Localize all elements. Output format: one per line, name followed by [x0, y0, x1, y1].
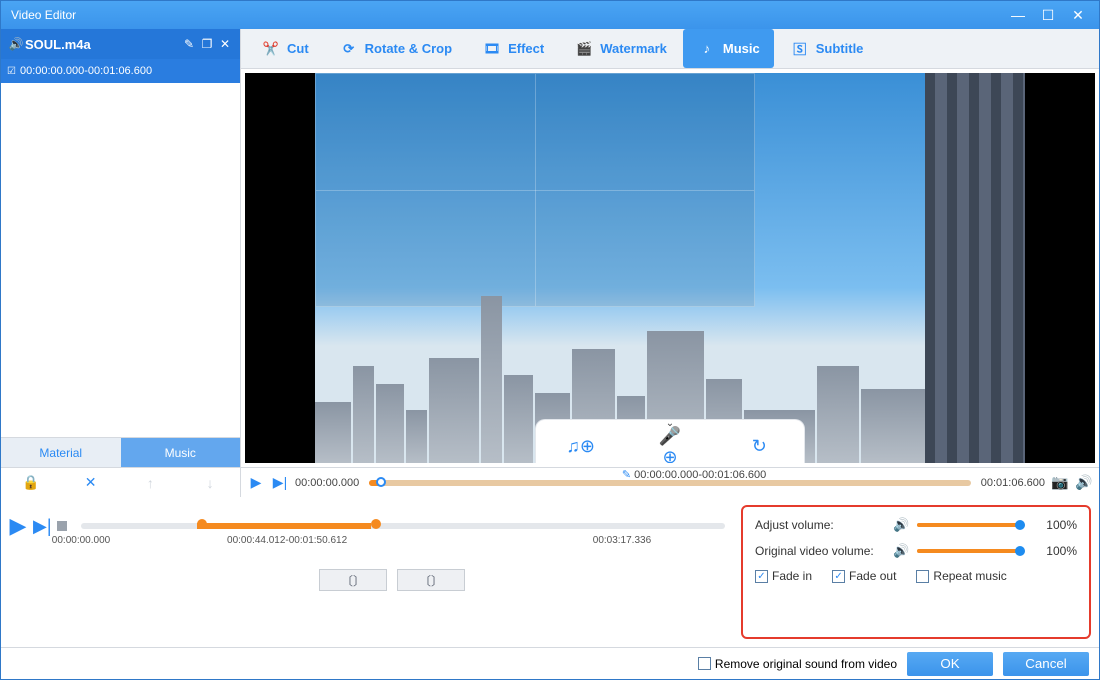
tab-music[interactable]: Music [121, 437, 241, 467]
record-audio-icon[interactable]: 🎤⊕ [654, 426, 686, 464]
copy-icon[interactable]: ❐ [198, 37, 216, 51]
project-time-segment: 00:00:44.012-00:01:50.612 [227, 535, 347, 546]
tab-material[interactable]: Material [1, 437, 121, 467]
tool-effect[interactable]: 🎞 Effect [468, 29, 558, 68]
preview-timeline: ▶ ▶| 00:00:00.000 ✎ 00:00:00.000-00:01:0… [241, 467, 1099, 497]
adjust-volume-speaker-icon[interactable]: 🔊 [893, 517, 909, 533]
clip-range: 00:00:00.000-00:01:06.600 [20, 65, 152, 77]
audio-file-name: SOUL.m4a [25, 37, 180, 52]
close-button[interactable]: ✕ [1063, 4, 1093, 26]
project-time-end: 00:03:17.336 [593, 535, 651, 546]
preview-overlay-tools: ⌄ ♫⊕ 🎤⊕ ↻ [535, 419, 805, 463]
remove-original-sound-checkbox[interactable]: Remove original sound from video [698, 657, 897, 671]
scissors-icon: ✂️ [261, 39, 281, 59]
mark-in-icon: ✎ [622, 469, 631, 481]
music-icon: ♪ [697, 39, 717, 59]
repeat-music-checkbox[interactable]: Repeat music [916, 569, 1006, 583]
snapshot-button[interactable]: 📷 [1051, 474, 1069, 491]
original-volume-value: 100% [1033, 544, 1077, 558]
sidebar-actions: 🔒 ✕ ↑ ↓ [1, 467, 240, 497]
adjust-volume-value: 100% [1033, 518, 1077, 532]
clip-row[interactable]: ☑ 00:00:00.000-00:01:06.600 [1, 59, 240, 83]
add-music-icon[interactable]: ♫⊕ [565, 436, 597, 457]
window-title: Video Editor [11, 8, 1003, 22]
refresh-icon[interactable]: ↻ [743, 436, 775, 457]
speaker-icon: 🔊 [7, 37, 25, 51]
preview-time-center: 00:00:00.000-00:01:06.600 [634, 469, 766, 481]
fade-in-checkbox[interactable]: ✓Fade in [755, 569, 812, 583]
watermark-icon: 🎬 [574, 39, 594, 59]
timeline-play-button[interactable]: ▶ [9, 513, 27, 539]
effect-icon: 🎞 [482, 39, 502, 59]
crop-icon: ⟳ [339, 39, 359, 59]
maximize-button[interactable]: ☐ [1033, 4, 1063, 26]
timeline-step-button[interactable]: ▶| [33, 516, 51, 537]
preview-play-button[interactable]: ▶ [247, 474, 265, 491]
ok-button[interactable]: OK [907, 652, 993, 676]
collapse-chevron-icon[interactable]: ⌄ [536, 418, 804, 429]
preview-time-end: 00:01:06.600 [981, 477, 1045, 489]
timeline-panel: ▶ ▶| 00:00:00.000 00:00:44.012-00:01:50.… [9, 505, 733, 639]
timeline-stop-button[interactable] [57, 521, 67, 531]
tool-cut[interactable]: ✂️ Cut [247, 29, 323, 68]
preview-canvas: ⌄ ♫⊕ 🎤⊕ ↻ [245, 73, 1095, 463]
clip-checkbox-icon[interactable]: ☑ [7, 66, 16, 77]
original-volume-slider[interactable] [917, 549, 1025, 553]
audio-file-header[interactable]: 🔊 SOUL.m4a ✎ ❐ ✕ [1, 29, 240, 59]
delete-button[interactable]: ✕ [61, 468, 121, 497]
tool-subtitle[interactable]: 🅂 Subtitle [776, 29, 878, 68]
footer: Remove original sound from video OK Canc… [1, 647, 1099, 679]
tool-watermark[interactable]: 🎬 Watermark [560, 29, 681, 68]
segment-handle-right[interactable]: 〔〕 [397, 569, 465, 591]
original-volume-label: Original video volume: [755, 544, 885, 558]
preview-seekbar[interactable]: ✎ 00:00:00.000-00:01:06.600 [369, 480, 971, 486]
sidebar: 🔊 SOUL.m4a ✎ ❐ ✕ ☑ 00:00:00.000-00:01:06… [1, 29, 241, 497]
segment-handle-left[interactable]: 〔〕 [319, 569, 387, 591]
remove-icon[interactable]: ✕ [216, 37, 234, 51]
sidebar-list-area [1, 83, 240, 437]
project-time-start: 00:00:00.000 [52, 535, 110, 546]
subtitle-icon: 🅂 [790, 39, 810, 59]
tool-rotate-crop[interactable]: ⟳ Rotate & Crop [325, 29, 466, 68]
preview-step-button[interactable]: ▶| [271, 474, 289, 491]
edit-icon[interactable]: ✎ [180, 37, 198, 51]
app-window: Video Editor — ☐ ✕ 🔊 SOUL.m4a ✎ ❐ ✕ ☑ 00… [0, 0, 1100, 680]
original-volume-speaker-icon[interactable]: 🔊 [893, 543, 909, 559]
titlebar: Video Editor — ☐ ✕ [1, 1, 1099, 29]
lock-button[interactable]: 🔒 [1, 468, 61, 497]
preview-volume-button[interactable]: 🔊 [1075, 474, 1093, 491]
move-down-button[interactable]: ↓ [180, 468, 240, 497]
tool-music[interactable]: ♪ Music [683, 29, 774, 68]
fade-out-checkbox[interactable]: ✓Fade out [832, 569, 896, 583]
main-toolbar: ✂️ Cut ⟳ Rotate & Crop 🎞 Effect 🎬 Waterm… [241, 29, 1099, 69]
move-up-button[interactable]: ↑ [121, 468, 181, 497]
cancel-button[interactable]: Cancel [1003, 652, 1089, 676]
minimize-button[interactable]: — [1003, 4, 1033, 26]
preview-time-start: 00:00:00.000 [295, 477, 359, 489]
project-timeline[interactable]: 00:00:00.000 00:00:44.012-00:01:50.612 0… [81, 523, 725, 529]
volume-panel: Adjust volume: 🔊 100% Original video vol… [741, 505, 1091, 639]
adjust-volume-slider[interactable] [917, 523, 1025, 527]
sidebar-tabs: Material Music [1, 437, 240, 467]
adjust-volume-label: Adjust volume: [755, 518, 885, 532]
